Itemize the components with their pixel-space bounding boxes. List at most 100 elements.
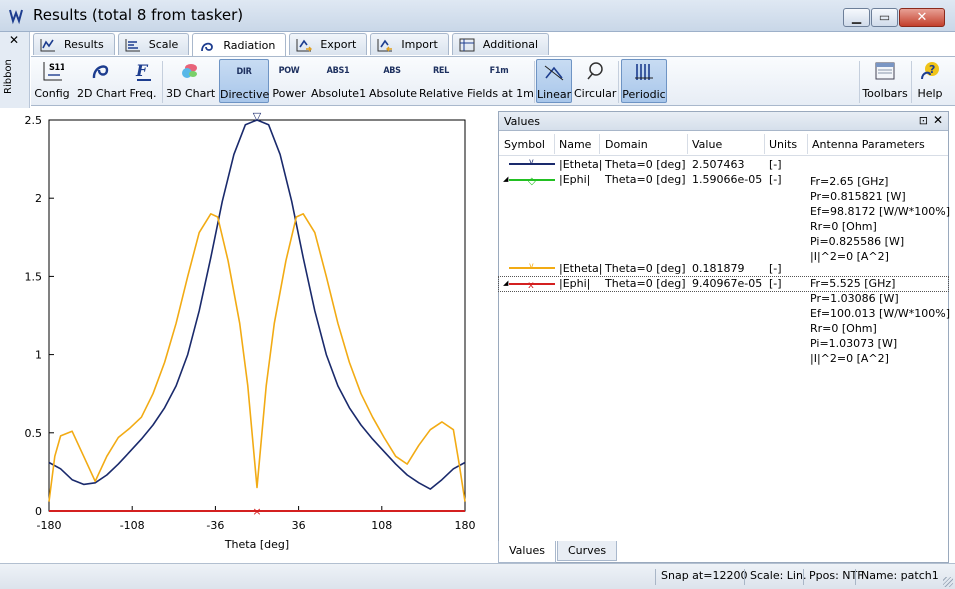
- x-tick-label: -180: [37, 519, 62, 532]
- title-bar: Results (total 8 from tasker) ▁ ▭ ✕: [0, 0, 955, 32]
- app-icon: [9, 9, 23, 25]
- periodic-icon: [635, 64, 653, 80]
- y-tick-label: 2.5: [25, 114, 43, 127]
- minimize-icon: ▁: [851, 10, 862, 24]
- toolbars-button[interactable]: Toolbars: [862, 59, 908, 103]
- absolute1-icon: ABS1: [326, 66, 350, 76]
- status-scale: Scale: Lin.: [744, 569, 806, 585]
- x-axis-label: Theta [deg]: [224, 538, 289, 551]
- col-symbol[interactable]: Symbol: [504, 138, 545, 151]
- expand-icon[interactable]: ◢: [503, 279, 508, 287]
- col-name[interactable]: Name: [559, 138, 591, 151]
- absolute1-button[interactable]: ABS1 Absolute1: [311, 59, 366, 103]
- svg-text:v: v: [529, 262, 534, 270]
- antenna-param: |I|^2=0 [A^2]: [810, 352, 889, 365]
- radiation-chart[interactable]: -180 -108 -36 36 108 180 0 0.5 1 1.5 2 2.5 Theta [de…: [0, 108, 496, 563]
- svg-text:F: F: [135, 61, 149, 80]
- directive-icon: DIR: [236, 67, 252, 77]
- x-tick-label: -36: [206, 519, 224, 532]
- toolbar-separator: [534, 61, 535, 103]
- resize-grip[interactable]: [943, 577, 953, 587]
- table-row[interactable]: ◢ ◇ |Ephi| Theta=0 [deg] 1.59066e-05 [-]…: [499, 173, 950, 268]
- close-panel-icon[interactable]: ✕: [933, 113, 943, 127]
- antenna-param: Pi=0.825586 [W]: [810, 235, 905, 248]
- antenna-param: Fr=2.65 [GHz]: [810, 175, 889, 188]
- tab-additional[interactable]: Additional: [451, 33, 550, 55]
- status-snap: Snap at=12200: [655, 569, 747, 585]
- col-antenna-params[interactable]: Antenna Parameters: [812, 138, 925, 151]
- antenna-param: Rr=0 [Ohm]: [810, 322, 877, 335]
- minimize-button[interactable]: ▁: [843, 8, 870, 27]
- table-row-selected[interactable]: ◢ x |Ephi| Theta=0 [deg] 9.40967e-05 [-]…: [498, 276, 949, 292]
- col-value[interactable]: Value: [692, 138, 722, 151]
- close-button[interactable]: ✕: [899, 8, 945, 27]
- y-tick-label: 0: [35, 505, 42, 518]
- chart-3d-icon: [182, 64, 197, 78]
- export-icon: [296, 38, 313, 51]
- tab-label: Additional: [482, 38, 539, 51]
- tab-label: Scale: [148, 38, 179, 51]
- directive-button[interactable]: DIR Directive: [219, 59, 269, 103]
- tab-label: Export: [320, 38, 357, 51]
- circular-button[interactable]: Circular: [574, 59, 616, 103]
- relative-button[interactable]: REL Relative: [419, 59, 463, 103]
- ribbon-close-icon[interactable]: ✕: [9, 33, 19, 47]
- tab-curves[interactable]: Curves: [556, 541, 618, 561]
- series-marker: ×: [252, 505, 261, 518]
- expand-icon[interactable]: ◢: [503, 175, 508, 183]
- fields-1m-button[interactable]: F1m Fields at 1m: [467, 59, 534, 103]
- antenna-param: Fr=5.525 [GHz]: [810, 277, 896, 290]
- y-tick-label: 1.5: [25, 270, 43, 283]
- y-tick-label: 2: [35, 192, 42, 205]
- tab-label: Import: [401, 38, 438, 51]
- power-button[interactable]: POW Power: [271, 59, 307, 103]
- values-panel-title: Values: [504, 115, 540, 128]
- tab-results[interactable]: Results: [33, 33, 115, 55]
- values-table-header: Symbol Name Domain Value Units Antenna P…: [499, 132, 948, 156]
- import-icon: [377, 38, 393, 51]
- maximize-icon: ▭: [878, 10, 891, 24]
- tab-export[interactable]: Export: [289, 33, 368, 55]
- svg-text:◇: ◇: [528, 176, 536, 187]
- ribbon-strip: ✕ Ribbon: [0, 32, 30, 108]
- float-panel-icon[interactable]: ⊡: [919, 114, 928, 127]
- tab-label: Radiation: [223, 39, 276, 52]
- periodic-button[interactable]: Periodic: [621, 59, 667, 103]
- chart3d-button[interactable]: 3D Chart: [166, 59, 215, 103]
- series-marker: ▽: [253, 110, 262, 123]
- linear-polarization-icon: [544, 65, 564, 81]
- frequency-icon: F: [135, 61, 151, 81]
- freq-button[interactable]: F Freq.: [129, 59, 157, 103]
- symbol-line-icon: v: [509, 158, 555, 166]
- x-tick-label: 36: [292, 519, 306, 532]
- tab-scale[interactable]: Scale: [117, 33, 190, 55]
- fields-1m-icon: F1m: [489, 66, 509, 76]
- chart2d-button[interactable]: 2D Chart: [77, 59, 126, 103]
- tab-radiation[interactable]: Radiation: [192, 33, 287, 57]
- ribbon-toolbar: S11 Config 2D Chart F Freq. 3D Chart DIR…: [31, 56, 955, 106]
- linear-button[interactable]: Linear: [536, 59, 572, 103]
- antenna-param: Ef=100.013 [W/W*100%]: [810, 307, 951, 320]
- ribbon-tabs: Results Scale Radiation Export Import Ad…: [33, 33, 552, 57]
- power-icon: POW: [278, 66, 300, 76]
- tab-import[interactable]: Import: [370, 33, 449, 55]
- svg-text:v: v: [529, 158, 534, 166]
- tab-values[interactable]: Values: [498, 541, 556, 563]
- table-row[interactable]: v |Etheta| Theta=0 [deg] 0.181879 [-]: [499, 262, 948, 277]
- symbol-line-icon: ◇: [509, 176, 555, 187]
- table-row[interactable]: v |Etheta| Theta=0 [deg] 2.507463 [-]: [499, 158, 948, 173]
- symbol-line-icon: v: [509, 262, 555, 270]
- col-domain[interactable]: Domain: [605, 138, 648, 151]
- ribbon-label[interactable]: Ribbon: [3, 59, 14, 94]
- config-button[interactable]: S11 Config: [33, 59, 71, 103]
- help-button[interactable]: ? Help: [914, 59, 946, 103]
- plot-pane[interactable]: -180 -108 -36 36 108 180 0 0.5 1 1.5 2 2.5 Theta [de…: [0, 108, 496, 563]
- col-units[interactable]: Units: [769, 138, 797, 151]
- values-panel-tabs: Values Curves: [498, 541, 618, 563]
- maximize-button[interactable]: ▭: [871, 8, 898, 27]
- toolbar-separator: [618, 61, 619, 103]
- svg-text:S11: S11: [49, 63, 64, 73]
- status-bar: Snap at=12200 Scale: Lin. Ppos: NTF Name…: [0, 563, 955, 589]
- absolute-button[interactable]: ABS Absolute: [369, 59, 417, 103]
- y-tick-label: 1: [35, 349, 42, 362]
